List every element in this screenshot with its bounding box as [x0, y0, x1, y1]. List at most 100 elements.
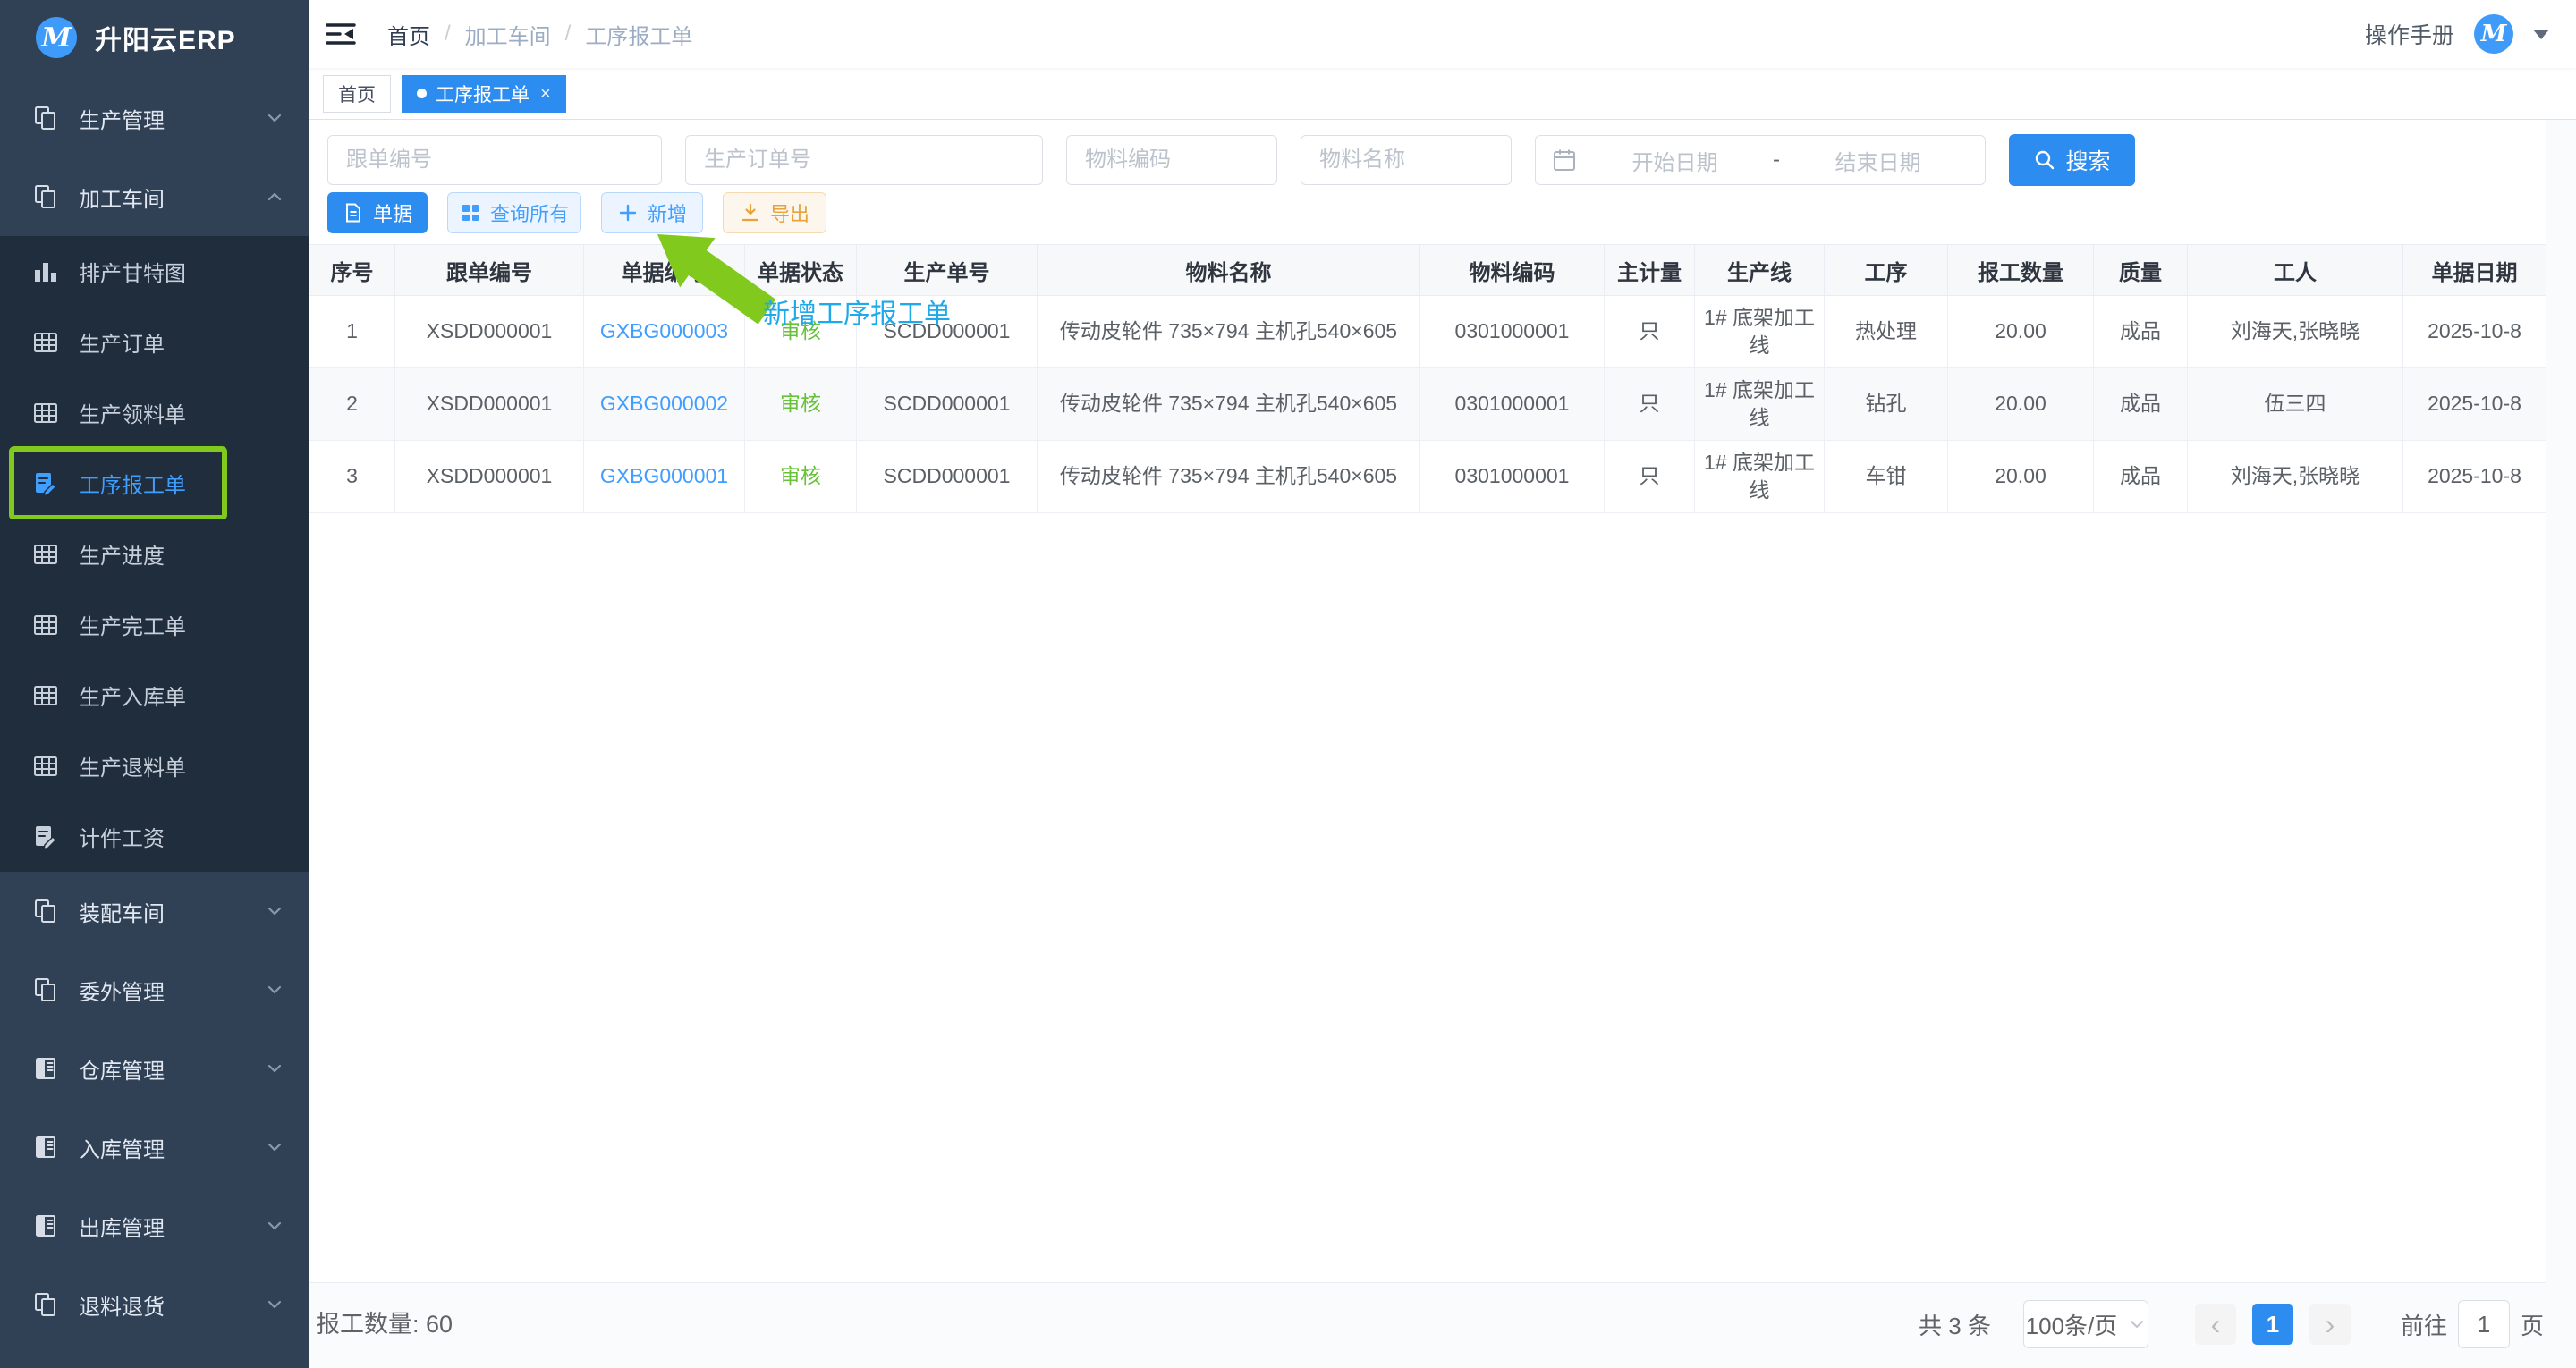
- sidebar-item-label: 生产完工单: [79, 609, 186, 640]
- sidebar-item-label: 装配车间: [79, 896, 165, 927]
- document-icon: [343, 202, 364, 224]
- app-logo: M 升阳云ERP: [0, 0, 309, 75]
- cell-质量: 成品: [2094, 368, 2188, 441]
- cell-序号: 2: [309, 368, 395, 441]
- copy-document-icon: [32, 1291, 59, 1318]
- cell-生产线: 1# 底架加工线: [1695, 441, 1825, 513]
- sidebar-item-加工车间[interactable]: 加工车间: [0, 157, 309, 236]
- sidebar-item-计件工资[interactable]: 计件工资: [0, 801, 309, 872]
- sidebar-item-生产管理[interactable]: 生产管理: [0, 79, 309, 157]
- breadcrumb-item[interactable]: 首页: [387, 19, 430, 50]
- column-header-跟单编号[interactable]: 跟单编号: [395, 245, 584, 296]
- column-header-物料编码[interactable]: 物料编码: [1420, 245, 1605, 296]
- cell-序号: 1: [309, 296, 395, 368]
- sidebar-item-生产入库单[interactable]: 生产入库单: [0, 660, 309, 730]
- top-navbar: 首页/加工车间/工序报工单 操作手册 M: [309, 0, 2576, 68]
- cell-工序: 钻孔: [1825, 368, 1948, 441]
- button-label: 新增: [648, 198, 687, 227]
- column-header-主计量[interactable]: 主计量: [1605, 245, 1695, 296]
- sidebar-item-label: 加工车间: [79, 182, 165, 213]
- table-icon: [32, 682, 59, 709]
- current-page-button[interactable]: 1: [2252, 1304, 2293, 1345]
- copy-document-icon: [32, 183, 59, 210]
- column-header-生产单号[interactable]: 生产单号: [857, 245, 1038, 296]
- column-header-工人[interactable]: 工人: [2188, 245, 2403, 296]
- column-header-单据日期[interactable]: 单据日期: [2403, 245, 2546, 296]
- sidebar-item-装配车间[interactable]: 装配车间: [0, 872, 309, 950]
- column-header-序号[interactable]: 序号: [309, 245, 395, 296]
- sidebar-item-label: 入库管理: [79, 1132, 165, 1163]
- 查询所有-button[interactable]: 查询所有: [447, 192, 581, 233]
- filter-input-物料名称[interactable]: [1301, 135, 1512, 185]
- page-size-select[interactable]: 100条/页: [2023, 1300, 2148, 1348]
- sidebar-item-委外管理[interactable]: 委外管理: [0, 950, 309, 1029]
- collapse-sidebar-icon[interactable]: [325, 20, 357, 48]
- column-header-单据编号[interactable]: 单据编号: [584, 245, 745, 296]
- document-number-link[interactable]: GXBG000001: [584, 441, 745, 513]
- search-button[interactable]: 搜索: [2009, 134, 2135, 186]
- tab-bar: 首页工序报工单×: [309, 68, 2576, 120]
- filter-input-生产订单号[interactable]: [685, 135, 1043, 185]
- date-range-picker[interactable]: 开始日期-结束日期: [1535, 135, 1986, 185]
- goto-page-input[interactable]: [2458, 1300, 2510, 1348]
- column-header-生产线[interactable]: 生产线: [1695, 245, 1825, 296]
- close-icon[interactable]: ×: [540, 85, 551, 103]
- sidebar-item-label: 生产订单: [79, 326, 165, 358]
- chevron-down-icon: [264, 1294, 285, 1315]
- download-icon: [740, 202, 761, 224]
- chevron-down-icon[interactable]: [2533, 30, 2549, 47]
- copy-document-icon: [32, 898, 59, 925]
- cell-报工数量: 20.00: [1948, 296, 2094, 368]
- sidebar-item-入库管理[interactable]: 入库管理: [0, 1108, 309, 1186]
- button-label: 单据: [373, 198, 412, 227]
- 导出-button[interactable]: 导出: [723, 192, 826, 233]
- next-page-button[interactable]: ›: [2309, 1304, 2351, 1345]
- sidebar-item-生产完工单[interactable]: 生产完工单: [0, 589, 309, 660]
- sidebar-item-生产进度[interactable]: 生产进度: [0, 519, 309, 589]
- cell-报工数量: 20.00: [1948, 368, 2094, 441]
- sidebar-item-label: 退料退货: [79, 1289, 165, 1321]
- document-edit-icon: [32, 470, 59, 497]
- sidebar-item-生产订单[interactable]: 生产订单: [0, 307, 309, 377]
- tab-label: 首页: [338, 80, 376, 107]
- goto-suffix: 页: [2521, 1308, 2544, 1341]
- 单据-button[interactable]: 单据: [327, 192, 428, 233]
- chevron-down-icon: [2128, 1315, 2146, 1333]
- column-header-质量[interactable]: 质量: [2094, 245, 2188, 296]
- sidebar-item-出库管理[interactable]: 出库管理: [0, 1186, 309, 1265]
- sidebar-item-工序报工单[interactable]: 工序报工单: [0, 448, 309, 519]
- column-header-单据状态[interactable]: 单据状态: [745, 245, 857, 296]
- document-number-link[interactable]: GXBG000002: [584, 368, 745, 441]
- sidebar-item-label: 生产管理: [79, 103, 165, 134]
- sidebar-item-生产退料单[interactable]: 生产退料单: [0, 730, 309, 801]
- manual-link[interactable]: 操作手册: [2365, 18, 2454, 50]
- breadcrumb-item[interactable]: 工序报工单: [585, 19, 692, 50]
- tab-工序报工单[interactable]: 工序报工单×: [402, 75, 566, 113]
- tab-首页[interactable]: 首页: [323, 75, 391, 113]
- goto-page-group: 前往 页: [2401, 1300, 2544, 1348]
- avatar[interactable]: M: [2474, 14, 2513, 54]
- 新增-button[interactable]: 新增: [601, 192, 703, 233]
- document-edit-icon: [32, 823, 59, 850]
- sidebar-item-仓库管理[interactable]: 仓库管理: [0, 1029, 309, 1108]
- sidebar-item-label: 计件工资: [79, 821, 165, 852]
- sidebar-item-label: 生产领料单: [79, 397, 186, 428]
- sidebar-item-label: 仓库管理: [79, 1053, 165, 1085]
- notebook-icon: [32, 1212, 59, 1239]
- filter-input-跟单编号[interactable]: [327, 135, 662, 185]
- sidebar-item-生产领料单[interactable]: 生产领料单: [0, 377, 309, 448]
- sidebar-item-排产甘特图[interactable]: 排产甘特图: [0, 236, 309, 307]
- prev-page-button[interactable]: ‹: [2195, 1304, 2236, 1345]
- page-size-value: 100条/页: [2026, 1308, 2118, 1341]
- cell-物料编码: 0301000001: [1420, 296, 1605, 368]
- table-row: 1XSDD000001GXBG000003审核SCDD000001传动皮轮件 7…: [309, 296, 2546, 368]
- column-header-物料名称[interactable]: 物料名称: [1038, 245, 1420, 296]
- document-number-link[interactable]: GXBG000003: [584, 296, 745, 368]
- column-header-工序[interactable]: 工序: [1825, 245, 1948, 296]
- breadcrumb-item[interactable]: 加工车间: [465, 19, 551, 50]
- sidebar-item-退料退货[interactable]: 退料退货: [0, 1265, 309, 1344]
- goto-label: 前往: [2401, 1308, 2447, 1341]
- column-header-报工数量[interactable]: 报工数量: [1948, 245, 2094, 296]
- filter-input-物料编码[interactable]: [1066, 135, 1277, 185]
- grid-icon: [460, 202, 481, 224]
